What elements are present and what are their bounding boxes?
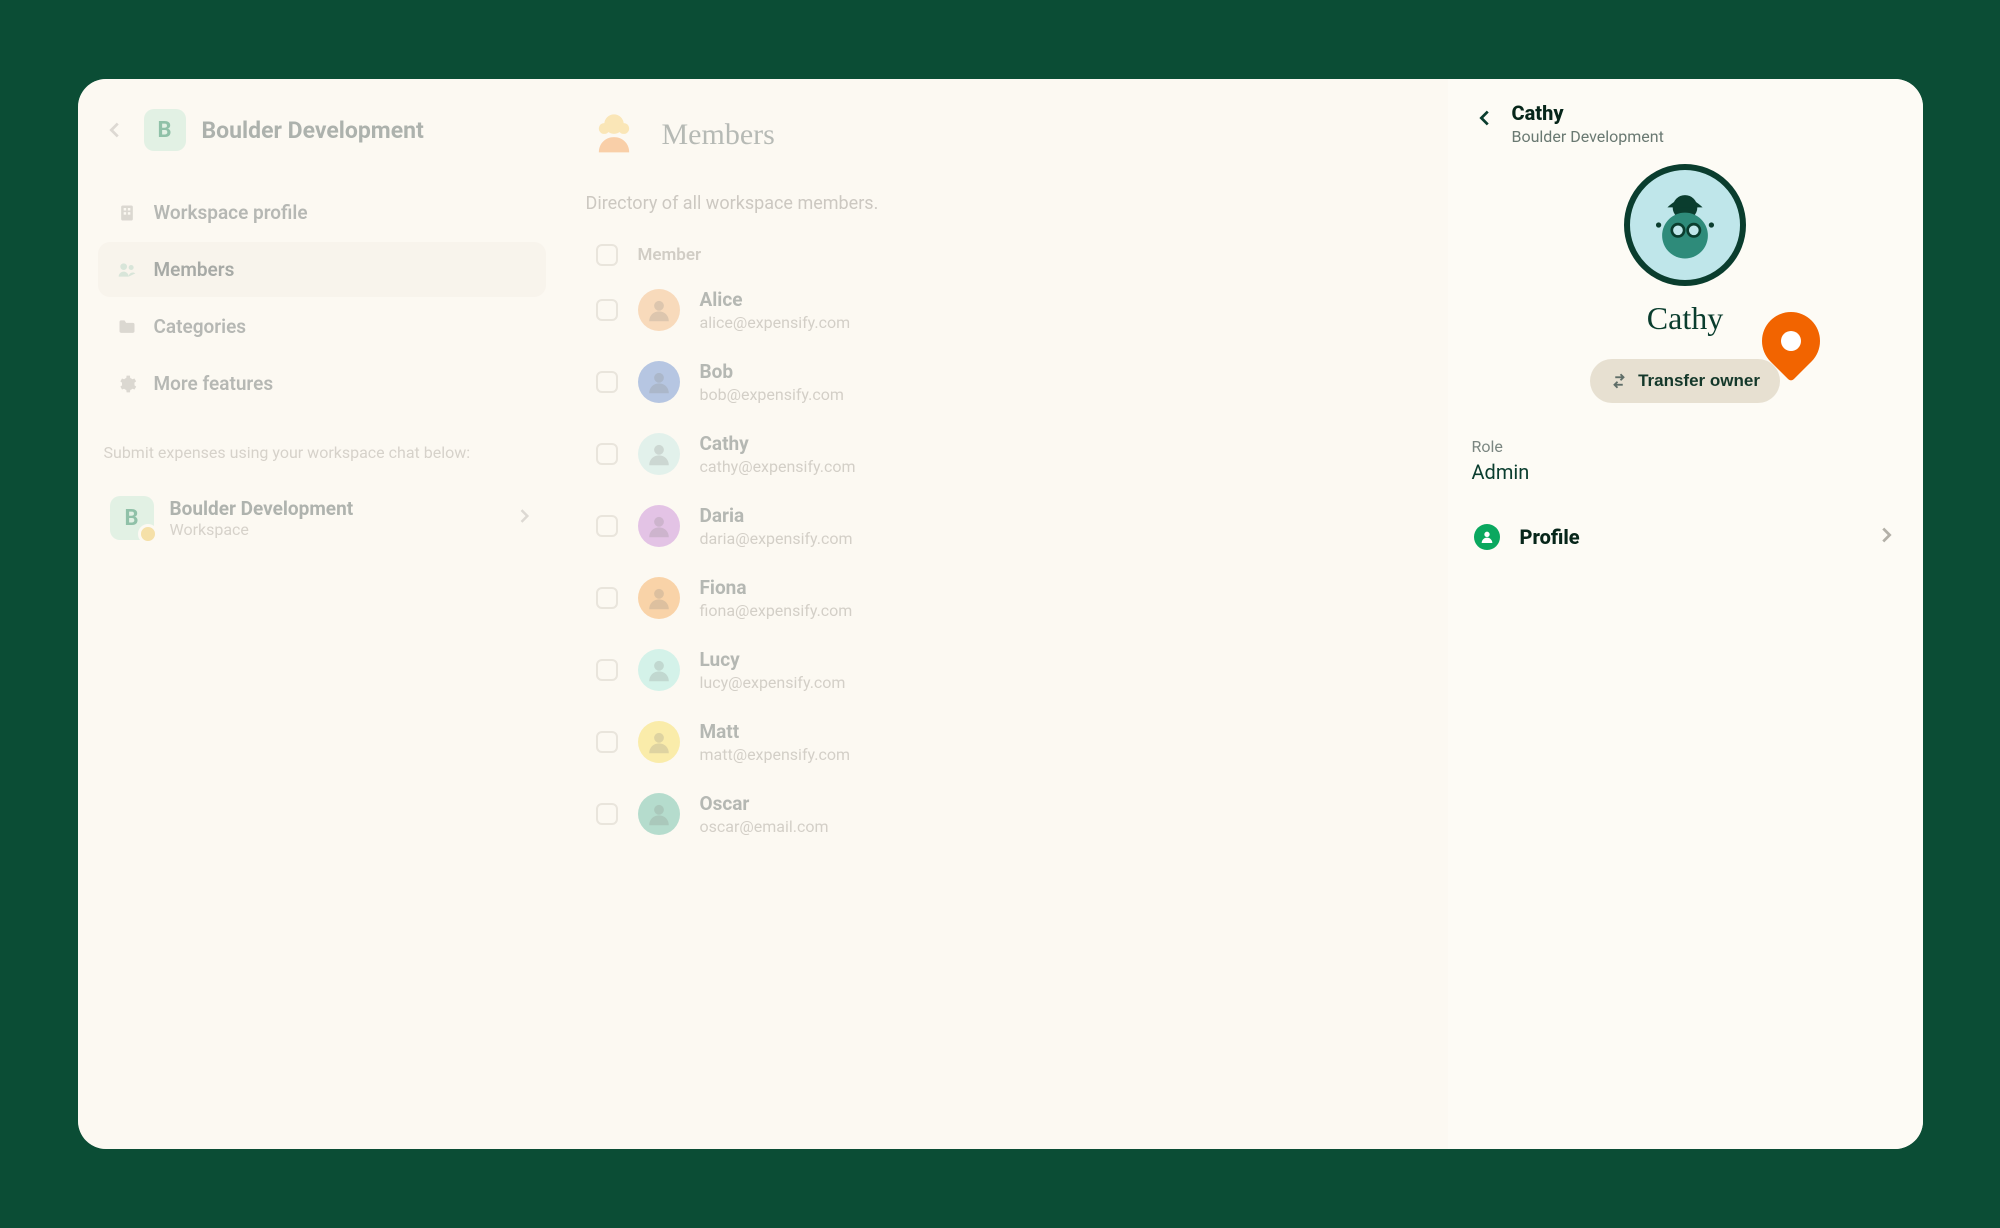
sidebar-item-label: Categories	[154, 315, 247, 338]
profile-display-name: Cathy	[1647, 300, 1723, 337]
member-name: Daria	[700, 504, 853, 527]
member-checkbox[interactable]	[596, 659, 618, 681]
transfer-owner-button[interactable]: Transfer owner	[1590, 359, 1780, 403]
member-email: bob@expensify.com	[700, 385, 844, 404]
chevron-right-icon	[1875, 524, 1897, 550]
member-checkbox[interactable]	[596, 587, 618, 609]
members-panel: Members Directory of all workspace membe…	[558, 79, 1448, 1149]
sidebar-header: B Boulder Development	[98, 103, 546, 169]
sidebar-nav: Workspace profile Members Categories Mor…	[98, 185, 546, 411]
workspace-chat-avatar: B	[110, 496, 154, 540]
detail-back-button[interactable]	[1472, 105, 1498, 131]
sidebar-item-more-features[interactable]: More features	[98, 356, 546, 411]
member-checkbox[interactable]	[596, 371, 618, 393]
members-list-header: Member	[586, 236, 1420, 274]
member-avatar	[638, 361, 680, 403]
member-row[interactable]: Lucy lucy@expensify.com	[586, 634, 1420, 706]
sidebar-item-label: Members	[154, 258, 235, 281]
profile-block: Cathy Transfer owner	[1472, 164, 1899, 403]
member-detail-panel: Cathy Boulder Development Cathy	[1448, 79, 1923, 1149]
transfer-owner-label: Transfer owner	[1638, 371, 1760, 391]
workspace-chat-title: Boulder Development	[170, 497, 354, 520]
people-icon	[116, 259, 138, 281]
sidebar-item-members[interactable]: Members	[98, 242, 546, 297]
member-checkbox[interactable]	[596, 731, 618, 753]
select-all-checkbox[interactable]	[596, 244, 618, 266]
member-avatar	[638, 721, 680, 763]
workspace-chat-subtitle: Workspace	[170, 520, 354, 539]
role-block: Role Admin	[1472, 437, 1899, 484]
member-name: Bob	[700, 360, 844, 383]
member-email: lucy@expensify.com	[700, 673, 846, 692]
member-avatar	[638, 649, 680, 691]
member-row[interactable]: Daria daria@expensify.com	[586, 490, 1420, 562]
profile-icon	[1474, 524, 1500, 550]
members-subtitle: Directory of all workspace members.	[586, 193, 1420, 214]
sidebar: B Boulder Development Workspace profile …	[78, 79, 558, 1149]
member-checkbox[interactable]	[596, 443, 618, 465]
sidebar-item-categories[interactable]: Categories	[98, 299, 546, 354]
member-avatar	[638, 433, 680, 475]
building-icon	[116, 202, 138, 224]
members-illustration-icon	[586, 107, 642, 163]
member-email: matt@expensify.com	[700, 745, 851, 764]
member-row[interactable]: Oscar oscar@email.com	[586, 778, 1420, 850]
member-name: Oscar	[700, 792, 829, 815]
member-row[interactable]: Alice alice@expensify.com	[586, 274, 1420, 346]
member-name: Cathy	[700, 432, 856, 455]
chevron-right-icon	[514, 506, 534, 530]
workspace-title: Boulder Development	[202, 117, 424, 144]
member-avatar	[638, 505, 680, 547]
member-row[interactable]: Cathy cathy@expensify.com	[586, 418, 1420, 490]
member-checkbox[interactable]	[596, 299, 618, 321]
app-window: B Boulder Development Workspace profile …	[78, 79, 1923, 1149]
transfer-icon	[1610, 372, 1628, 390]
member-avatar	[638, 289, 680, 331]
member-row[interactable]: Fiona fiona@expensify.com	[586, 562, 1420, 634]
detail-subtitle: Boulder Development	[1512, 127, 1664, 146]
member-avatar-large	[1624, 164, 1746, 286]
member-name: Lucy	[700, 648, 846, 671]
workspace-chat-link[interactable]: B Boulder Development Workspace	[98, 484, 546, 552]
role-label: Role	[1472, 437, 1899, 456]
member-row[interactable]: Bob bob@expensify.com	[586, 346, 1420, 418]
profile-link-row[interactable]: Profile	[1472, 516, 1899, 558]
role-value: Admin	[1472, 460, 1899, 484]
sidebar-item-label: More features	[154, 372, 274, 395]
member-name: Fiona	[700, 576, 853, 599]
sidebar-hint: Submit expenses using your workspace cha…	[98, 443, 546, 462]
back-icon[interactable]	[102, 117, 128, 143]
member-row[interactable]: Matt matt@expensify.com	[586, 706, 1420, 778]
members-list: Alice alice@expensify.com Bob bob@expensify…	[586, 274, 1420, 850]
workspace-avatar: B	[144, 109, 186, 151]
workspace-badge-icon	[138, 524, 158, 544]
member-name: Alice	[700, 288, 851, 311]
sidebar-item-workspace-profile[interactable]: Workspace profile	[98, 185, 546, 240]
detail-title: Cathy	[1512, 101, 1664, 125]
folder-icon	[116, 316, 138, 338]
member-checkbox[interactable]	[596, 515, 618, 537]
member-email: alice@expensify.com	[700, 313, 851, 332]
member-email: cathy@expensify.com	[700, 457, 856, 476]
member-avatar	[638, 577, 680, 619]
member-avatar	[638, 793, 680, 835]
member-name: Matt	[700, 720, 851, 743]
gear-icon	[116, 373, 138, 395]
sidebar-item-label: Workspace profile	[154, 201, 308, 224]
member-checkbox[interactable]	[596, 803, 618, 825]
detail-header: Cathy Boulder Development	[1472, 101, 1899, 146]
member-email: daria@expensify.com	[700, 529, 853, 548]
member-email: oscar@email.com	[700, 817, 829, 836]
members-title: Members	[662, 118, 775, 152]
profile-link-label: Profile	[1520, 525, 1580, 549]
members-header: Members	[586, 103, 1420, 173]
member-email: fiona@expensify.com	[700, 601, 853, 620]
member-column-label: Member	[638, 245, 702, 265]
